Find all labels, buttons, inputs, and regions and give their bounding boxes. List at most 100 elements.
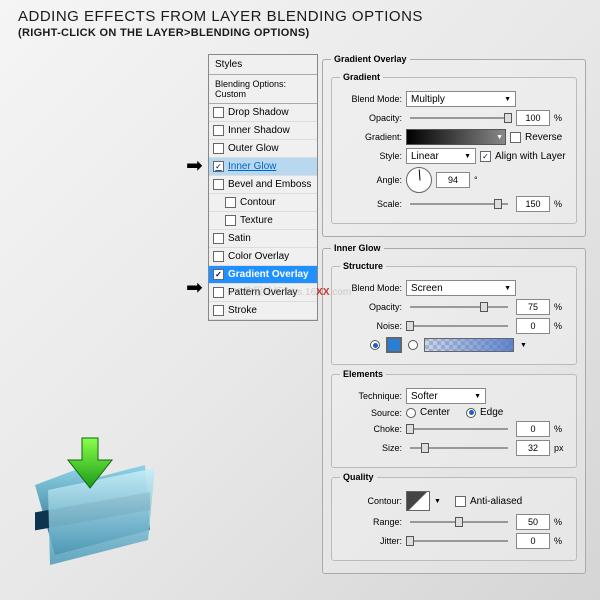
styles-panel: Styles Blending Options: Custom Drop Sha… bbox=[208, 54, 318, 321]
scale-input[interactable] bbox=[516, 196, 550, 212]
inner-glow-group: Inner Glow Structure Blend Mode: Screen▼… bbox=[322, 243, 586, 574]
page-subtitle: (RIGHT-CLICK ON THE LAYER>BLENDING OPTIO… bbox=[18, 27, 309, 39]
size-slider[interactable] bbox=[410, 447, 508, 449]
chevron-down-icon[interactable]: ▼ bbox=[520, 342, 527, 349]
subgroup-legend: Elements bbox=[340, 369, 386, 379]
style-row-texture[interactable]: Texture bbox=[209, 212, 317, 230]
style-row-inner-glow[interactable]: ✓ Inner Glow bbox=[209, 158, 317, 176]
color-swatch[interactable] bbox=[386, 337, 402, 353]
jitter-label: Jitter: bbox=[340, 536, 402, 546]
noise-input[interactable] bbox=[516, 318, 550, 334]
style-row-bevel[interactable]: Bevel and Emboss bbox=[209, 176, 317, 194]
angle-dial[interactable] bbox=[406, 167, 432, 193]
blending-options-row[interactable]: Blending Options: Custom bbox=[209, 75, 317, 104]
reverse-label: Reverse bbox=[525, 132, 562, 143]
style-row-outer-glow[interactable]: Outer Glow bbox=[209, 140, 317, 158]
technique-select[interactable]: Softer▼ bbox=[406, 388, 486, 404]
edge-radio[interactable] bbox=[466, 408, 476, 418]
checkbox[interactable] bbox=[213, 251, 224, 262]
noise-slider[interactable] bbox=[410, 325, 508, 327]
chevron-down-icon[interactable]: ▼ bbox=[434, 498, 441, 505]
checkbox[interactable] bbox=[213, 143, 224, 154]
range-slider[interactable] bbox=[410, 521, 508, 523]
checkbox[interactable] bbox=[225, 215, 236, 226]
technique-label: Technique: bbox=[340, 391, 402, 401]
contour-label: Contour: bbox=[340, 496, 402, 506]
gradient-label: Gradient: bbox=[340, 132, 402, 142]
jitter-input[interactable] bbox=[516, 533, 550, 549]
blend-mode-label: Blend Mode: bbox=[340, 94, 402, 104]
style-label: Color Overlay bbox=[228, 251, 289, 262]
jitter-slider[interactable] bbox=[410, 540, 508, 542]
style-label: Drop Shadow bbox=[228, 107, 289, 118]
center-radio[interactable] bbox=[406, 408, 416, 418]
opacity-input[interactable] bbox=[516, 110, 550, 126]
checkbox[interactable] bbox=[213, 287, 224, 298]
size-input[interactable] bbox=[516, 440, 550, 456]
style-label: Outer Glow bbox=[228, 143, 279, 154]
gradient-picker[interactable]: ▼ bbox=[406, 129, 506, 145]
unit-label: % bbox=[554, 321, 568, 331]
style-select[interactable]: Linear▼ bbox=[406, 148, 476, 164]
checkbox[interactable] bbox=[213, 125, 224, 136]
antialias-checkbox[interactable] bbox=[455, 496, 466, 507]
unit-label: % bbox=[554, 199, 568, 209]
subgroup-legend: Quality bbox=[340, 472, 377, 482]
style-label: Inner Shadow bbox=[228, 125, 290, 136]
align-checkbox[interactable]: ✓ bbox=[480, 151, 491, 162]
style-row-satin[interactable]: Satin bbox=[209, 230, 317, 248]
style-row-pattern-overlay[interactable]: Pattern Overlay bbox=[209, 284, 317, 302]
gradient-subgroup: Gradient Blend Mode: Multiply▼ Opacity: … bbox=[331, 72, 577, 224]
chevron-down-icon: ▼ bbox=[474, 393, 481, 400]
arrow-icon: ➡ bbox=[186, 153, 203, 178]
folder-download-icon bbox=[20, 430, 170, 580]
style-label: Inner Glow bbox=[228, 161, 276, 172]
opacity-slider[interactable] bbox=[410, 117, 508, 119]
contour-picker[interactable] bbox=[406, 491, 430, 511]
checkbox[interactable] bbox=[213, 233, 224, 244]
align-label: Align with Layer bbox=[495, 151, 566, 162]
scale-slider[interactable] bbox=[410, 203, 508, 205]
checkbox[interactable] bbox=[213, 305, 224, 316]
gradient-radio[interactable] bbox=[408, 340, 418, 350]
choke-slider[interactable] bbox=[410, 428, 508, 430]
quality-subgroup: Quality Contour: ▼ Anti-aliased Range: %… bbox=[331, 472, 577, 561]
checkbox[interactable] bbox=[213, 179, 224, 190]
blend-mode-select[interactable]: Multiply▼ bbox=[406, 91, 516, 107]
style-label: Gradient Overlay bbox=[228, 269, 309, 280]
gradient-picker[interactable] bbox=[424, 338, 514, 352]
style-label: Stroke bbox=[228, 305, 257, 316]
options-panel: Gradient Overlay Gradient Blend Mode: Mu… bbox=[322, 54, 586, 580]
angle-input[interactable] bbox=[436, 172, 470, 188]
subgroup-legend: Structure bbox=[340, 261, 386, 271]
style-label: Pattern Overlay bbox=[228, 287, 297, 298]
blend-mode-select[interactable]: Screen▼ bbox=[406, 280, 516, 296]
checkbox[interactable] bbox=[225, 197, 236, 208]
reverse-checkbox[interactable] bbox=[510, 132, 521, 143]
range-input[interactable] bbox=[516, 514, 550, 530]
style-row-gradient-overlay[interactable]: ✓ Gradient Overlay bbox=[209, 266, 317, 284]
chevron-down-icon: ▼ bbox=[504, 96, 511, 103]
subgroup-legend: Gradient bbox=[340, 72, 383, 82]
choke-input[interactable] bbox=[516, 421, 550, 437]
opacity-slider[interactable] bbox=[410, 306, 508, 308]
group-legend: Inner Glow bbox=[331, 243, 384, 253]
style-label: Style: bbox=[340, 151, 402, 161]
checkbox[interactable] bbox=[213, 107, 224, 118]
scale-label: Scale: bbox=[340, 199, 402, 209]
unit-label: ° bbox=[474, 175, 488, 185]
source-label: Source: bbox=[340, 408, 402, 418]
style-row-drop-shadow[interactable]: Drop Shadow bbox=[209, 104, 317, 122]
range-label: Range: bbox=[340, 517, 402, 527]
blend-mode-label: Blend Mode: bbox=[340, 283, 402, 293]
style-row-contour[interactable]: Contour bbox=[209, 194, 317, 212]
style-row-stroke[interactable]: Stroke bbox=[209, 302, 317, 320]
opacity-input[interactable] bbox=[516, 299, 550, 315]
style-row-color-overlay[interactable]: Color Overlay bbox=[209, 248, 317, 266]
angle-label: Angle: bbox=[340, 175, 402, 185]
color-radio[interactable] bbox=[370, 340, 380, 350]
checkbox[interactable]: ✓ bbox=[213, 161, 224, 172]
style-row-inner-shadow[interactable]: Inner Shadow bbox=[209, 122, 317, 140]
checkbox[interactable]: ✓ bbox=[213, 269, 224, 280]
elements-subgroup: Elements Technique: Softer▼ Source: Cent… bbox=[331, 369, 577, 468]
